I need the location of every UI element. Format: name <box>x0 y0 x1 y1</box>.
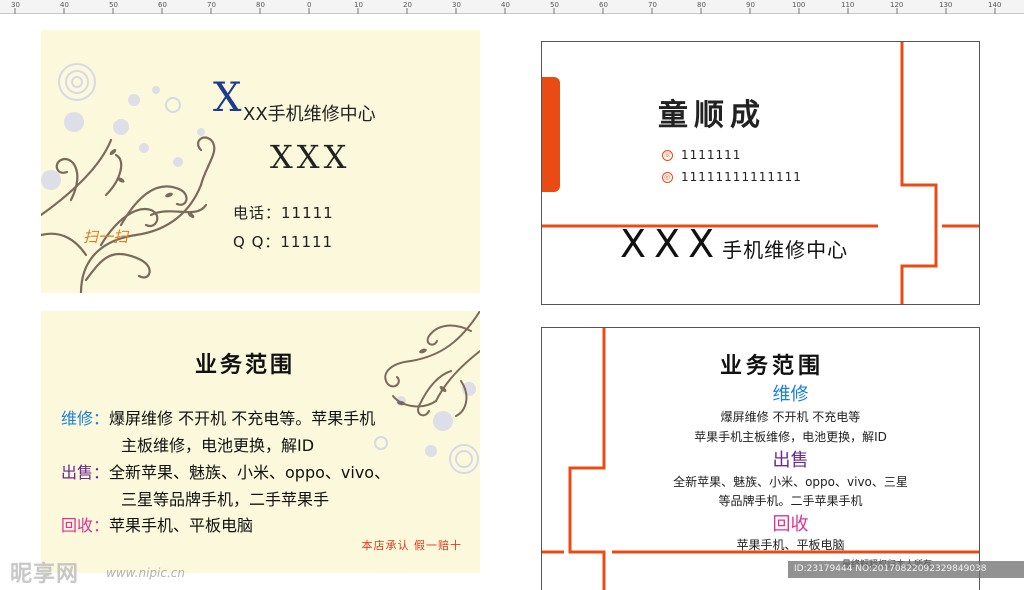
ruler-label: 30 <box>452 1 461 9</box>
qq-number: 11111111111111 <box>681 170 802 184</box>
ruler-label: 90 <box>746 1 755 9</box>
ruler-label: 50 <box>109 1 118 9</box>
ruler-label: 110 <box>841 1 855 9</box>
business-card-front-white[interactable]: 童顺成 ☏ 1111111 ◎ 11111111111111 XXX手机维修中心 <box>541 41 980 305</box>
repair-label: 维修 <box>772 384 809 405</box>
phone-text: 电话：11111 <box>233 204 334 222</box>
sale-line-2: 三星等品牌手机，二手苹果手 <box>121 490 330 509</box>
recycle-label: 回收 <box>772 514 809 535</box>
ruler-label: 50 <box>550 1 559 9</box>
floral-ornament <box>41 63 216 293</box>
shop-title: XX手机维修中心 <box>243 104 376 125</box>
title-initial: X <box>213 75 242 121</box>
sale-label: 出售： <box>61 463 110 482</box>
guarantee-note: 本店承认 假一赔十 <box>361 539 462 552</box>
business-card-back-cream[interactable]: 业务范围 维修：爆屏维修 不开机 不充电等。苹果手机 主板维修，电池更换，解ID… <box>41 311 480 573</box>
orange-side-tab <box>542 77 560 192</box>
recycle-label: 回收： <box>61 516 110 535</box>
watermark-id-bar: ID:23179444 NO:20170822092329849038 <box>788 561 1024 578</box>
sale-label: 出售 <box>772 450 809 471</box>
ruler-ticks <box>14 8 996 14</box>
shop-title-main: XXX <box>620 222 723 266</box>
repair-label: 维修： <box>61 409 110 428</box>
services-heading: 业务范围 <box>195 352 296 378</box>
qq-text: Q Q：11111 <box>233 233 334 251</box>
ruler-label: 0 <box>307 1 312 9</box>
ruler-label: 120 <box>890 1 904 9</box>
scan-hint: 扫一扫 <box>83 228 129 246</box>
services-heading: 业务范围 <box>720 353 825 379</box>
ruler-label: 40 <box>501 1 510 9</box>
business-card-back-white[interactable]: 业务范围 维修 爆屏维修 不开机 不充电等 苹果手机主板维修，电池更换，解ID … <box>541 327 980 590</box>
repair-line-2: 苹果手机主板维修，电池更换，解ID <box>694 430 887 444</box>
shop-title: XXX手机维修中心 <box>620 222 848 272</box>
ruler-label: 60 <box>158 1 167 9</box>
ruler-label: 80 <box>697 1 706 9</box>
sale-line-2: 等品牌手机。二手苹果手机 <box>718 494 863 508</box>
phone-number: 1111111 <box>681 148 742 162</box>
ruler-label: 70 <box>207 1 216 9</box>
watermark-logo: 昵享网 <box>10 561 80 587</box>
ruler-label: 130 <box>939 1 953 9</box>
qq-icon: ◎ <box>662 172 673 183</box>
repair-row-cont: 主板维修，电池更换，解ID <box>121 432 314 456</box>
phone-icon: ☏ <box>662 150 673 161</box>
top-ruler: 30 40 50 60 70 80 0 10 20 30 40 50 60 70… <box>0 0 1024 14</box>
owner-name: 童顺成 <box>658 98 766 133</box>
phone-line: ☏ 1111111 <box>662 148 741 162</box>
shop-title-tail: 手机维修中心 <box>722 238 849 262</box>
ruler-label: 30 <box>11 1 20 9</box>
sale-row: 出售：全新苹果、魅族、小米、oppo、vivo、 <box>61 459 390 483</box>
sale-line-1: 全新苹果、魅族、小米、oppo、vivo、三星 <box>673 475 908 489</box>
repair-line-1: 爆屏维修 不开机 不充电等 <box>720 410 861 424</box>
ruler-label: 80 <box>256 1 265 9</box>
ruler-label: 20 <box>403 1 412 9</box>
sale-row-cont: 三星等品牌手机，二手苹果手 <box>121 486 329 510</box>
ruler-label: 140 <box>988 1 1002 9</box>
ruler-label: 100 <box>792 1 806 9</box>
ruler-label: 70 <box>648 1 657 9</box>
sale-line-1: 全新苹果、魅族、小米、oppo、vivo、 <box>109 463 391 482</box>
ruler-label: 40 <box>60 1 69 9</box>
repair-row: 维修：爆屏维修 不开机 不充电等。苹果手机 <box>61 405 375 429</box>
repair-line-1: 爆屏维修 不开机 不充电等。苹果手机 <box>109 409 376 428</box>
recycle-line-1: 苹果手机、平板电脑 <box>109 516 254 535</box>
ruler-label: 10 <box>354 1 363 9</box>
recycle-line-1: 苹果手机、平板电脑 <box>736 538 845 552</box>
business-card-front-cream[interactable]: X XX手机维修中心 XXX 电话：11111 Q Q：11111 扫一扫 <box>41 30 480 293</box>
repair-line-2: 主板维修，电池更换，解ID <box>121 436 315 455</box>
owner-name: XXX <box>270 138 351 176</box>
recycle-row: 回收：苹果手机、平板电脑 <box>61 512 253 536</box>
qq-line: ◎ 11111111111111 <box>662 170 802 184</box>
watermark-url: www.nipic.cn <box>106 566 185 580</box>
ruler-label: 60 <box>599 1 608 9</box>
